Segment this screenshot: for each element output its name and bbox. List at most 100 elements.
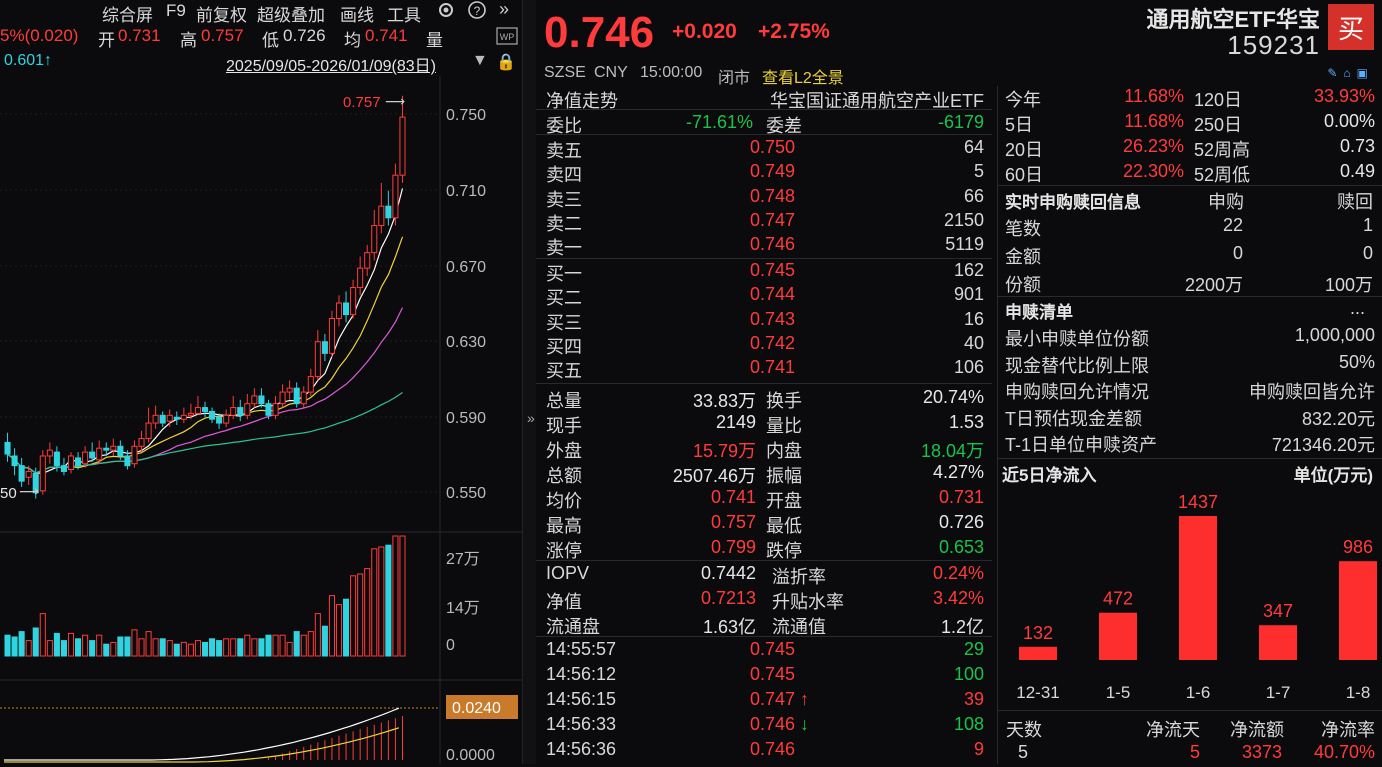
fund-stat-value: 0.7213 (700, 588, 756, 608)
more-icon[interactable]: ... (1350, 298, 1365, 319)
toolbar-overview-button[interactable]: 综合屏 (102, 1, 153, 26)
netflow-header: 近5日净流入 单位(万元) (998, 461, 1382, 486)
fund-stat-label: 净值 (546, 592, 582, 612)
candle-body (371, 225, 378, 254)
netflow-category-label: 1-8 (1346, 683, 1371, 702)
perf-value: 22.30% (1122, 161, 1184, 181)
stat-label: 量比 (766, 416, 802, 436)
rlist-title: 申赎清单 (1005, 303, 1073, 322)
low-value: 0.726 (283, 26, 326, 45)
help-icon[interactable]: ? (467, 0, 487, 25)
y-tick-1: 0.710 (446, 183, 486, 200)
volume-bar (223, 638, 230, 657)
macd-dif-line (4, 707, 400, 761)
wp-icon[interactable]: WP (496, 27, 518, 50)
stat-label: 内盘 (766, 441, 802, 461)
panel-icons[interactable]: ✎⌂▣ (1327, 66, 1374, 80)
tick-time: 14:56:15 (546, 689, 617, 709)
lock-icon[interactable]: 🔒 (496, 52, 516, 72)
bid-price: 0.741 (750, 357, 796, 378)
stat-label: 外盘 (546, 441, 582, 461)
volume-bar (364, 568, 371, 657)
netflow-bar-label: 986 (1343, 537, 1373, 557)
volume-bar (110, 641, 117, 657)
weibi-row: 委比 -71.61% 委差 -6179 (536, 111, 992, 136)
kline-panel[interactable]: 综合屏 F9 前复权 超级叠加 画线 工具 ? » 5%(0.020) 开 0.… (0, 0, 522, 764)
volume-bar (75, 638, 82, 657)
high-label: 高 (180, 31, 197, 50)
candle-body (180, 414, 187, 420)
bid-label: 买五 (546, 361, 582, 382)
perf-row: 60日 22.30% 52周低 0.49 (998, 161, 1382, 186)
candle-body (4, 441, 11, 455)
buy-button[interactable]: 买 (1328, 4, 1374, 50)
redemption-header: 实时申购赎回信息 申购 赎回 (998, 188, 1382, 213)
ask-label: 卖五 (546, 141, 582, 161)
rlist-row: 最小申赎单位份额 1,000,000 (998, 325, 1382, 350)
toolbar-overlay-button[interactable]: 超级叠加 (257, 1, 325, 26)
wc-value: -6179 (937, 112, 984, 132)
candle-body (53, 451, 60, 467)
ask-volume: 66 (963, 185, 984, 206)
vol-tick-0: 27万 (446, 551, 480, 568)
netflow-bar (1259, 625, 1297, 660)
toolbar-f9-button[interactable]: F9 (166, 1, 186, 21)
stat-value: 2507.46万 (672, 466, 756, 486)
tick-volume: 9 (973, 739, 984, 759)
candle-body (194, 407, 201, 414)
tick-time: 14:56:33 (546, 714, 617, 734)
volume-bar (159, 638, 166, 657)
ask-volume: 64 (963, 137, 984, 157)
stat-label: 换手 (766, 391, 802, 411)
stat-row: 涨停 0.799 跌停 0.653 (536, 536, 992, 561)
volume-bar (371, 548, 378, 657)
double-chevron-right-icon[interactable]: » (499, 0, 509, 20)
ma-line (7, 307, 404, 474)
date-range[interactable]: 2025/09/05-2026/01/09(83日) (226, 52, 436, 76)
rlist-row: T-1日单位申赎资产 721346.20元 (998, 431, 1382, 456)
svg-text:?: ? (474, 4, 481, 18)
candle-body (237, 407, 244, 416)
gear-icon[interactable] (436, 0, 456, 25)
bid-price: 0.742 (750, 332, 796, 353)
volume-bar (18, 631, 25, 657)
redemption-row: 笔数 22 1 (998, 215, 1382, 240)
rlist-value: 50% (1338, 351, 1375, 372)
tick-time: 14:56:36 (546, 739, 617, 759)
toolbar-adjust-button[interactable]: 前复权 (196, 1, 247, 26)
ask-price: 0.746 (750, 234, 796, 255)
info-panel: 今年 11.68% 120日 33.93% 5日 11.68% 250日 0.00% 20日 26… (997, 86, 1382, 764)
volume-bar (300, 634, 307, 657)
volume-bar (89, 640, 96, 657)
wb-value: -71.61% (686, 112, 754, 132)
toolbar-draw-button[interactable]: 画线 (340, 1, 374, 26)
candle-body (364, 252, 371, 269)
perf-value: 26.23% (1122, 136, 1184, 156)
chevron-right-icon[interactable]: » (527, 410, 535, 426)
amount-label: 净流额 (1230, 720, 1284, 740)
rlist-label: T-1日单位申赎资产 (1005, 435, 1158, 455)
nav-trend-row[interactable]: 净值走势 华宝国证通用航空产业ETF (536, 86, 992, 111)
stat-row: 最高 0.757 最低 0.726 (536, 511, 992, 536)
stat-value: 1.53 (948, 412, 984, 432)
amount-value: 3373 (1242, 742, 1283, 762)
y-tick-5: 0.550 (446, 485, 486, 502)
volume-bar (314, 613, 321, 657)
ask-price: 0.750 (750, 137, 796, 157)
candle-body (272, 403, 279, 416)
inflow-days-label: 净流天 (1146, 720, 1200, 740)
stat-label: 振幅 (766, 466, 802, 486)
divider (998, 458, 1382, 459)
volume-bar (357, 573, 364, 657)
candle-body (46, 449, 53, 457)
kline-chart[interactable]: 0.750 0.710 0.670 0.630 0.590 0.550 0.75… (0, 76, 522, 764)
candle-body (187, 412, 194, 416)
pane-splitter[interactable]: » (522, 0, 536, 764)
dropdown-triangle-icon[interactable]: ▼ (472, 52, 488, 70)
candlesticks (4, 95, 406, 499)
fund-stat-value: 0.24% (932, 563, 984, 583)
candle-body (18, 465, 25, 482)
days-label: 天数 (1006, 720, 1042, 740)
candle-body (96, 447, 103, 461)
toolbar-tools-button[interactable]: 工具 (387, 1, 421, 26)
